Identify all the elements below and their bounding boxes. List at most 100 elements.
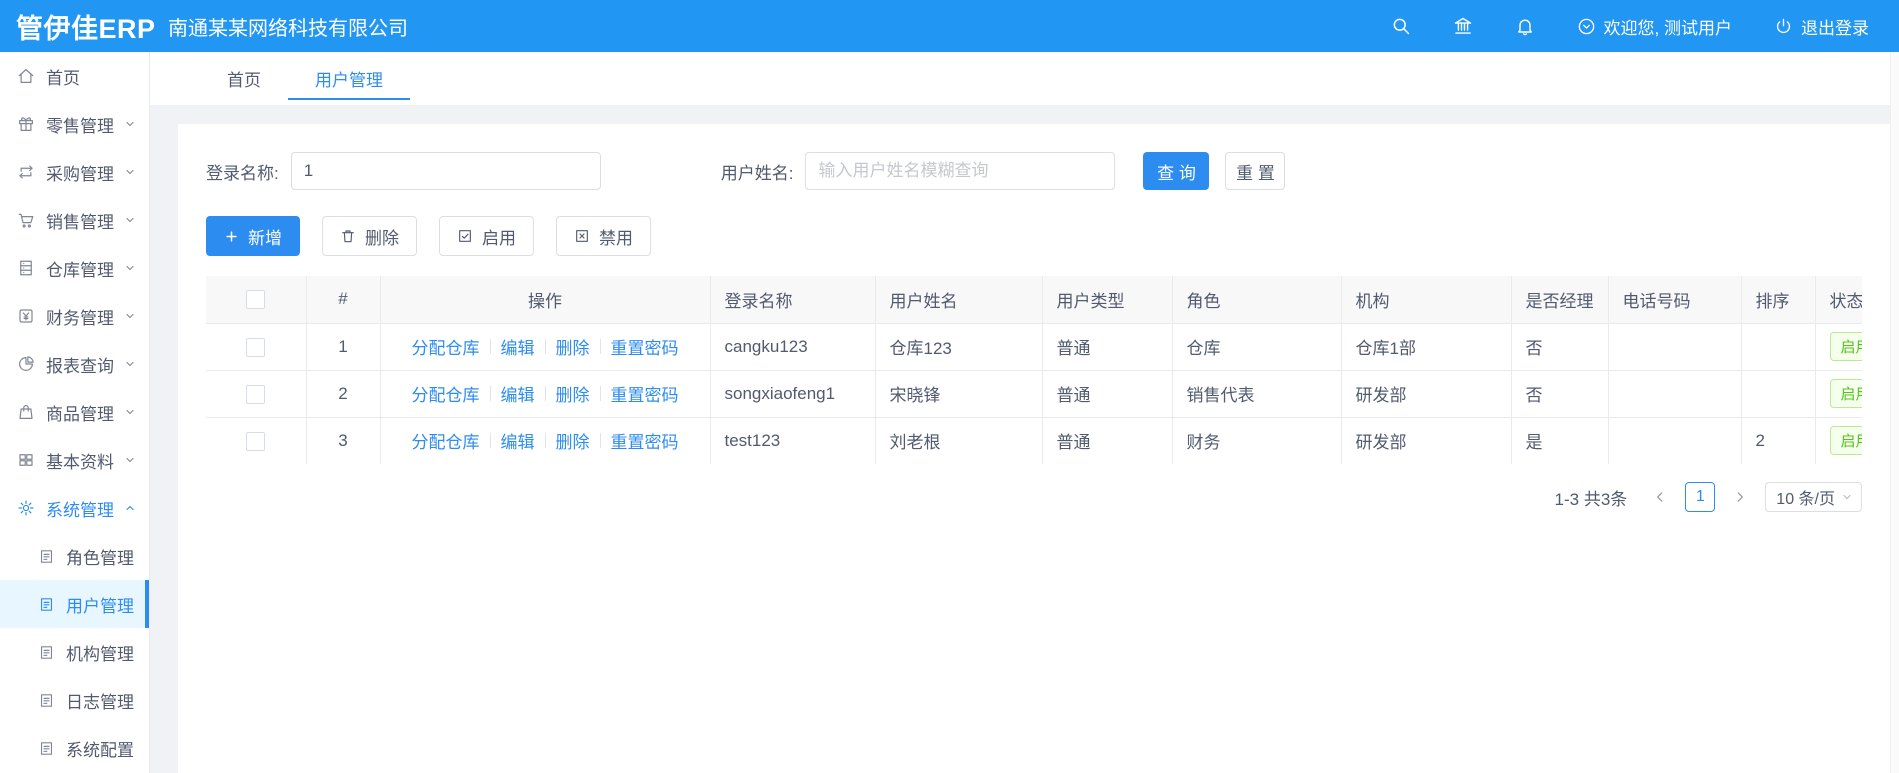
logout-button[interactable]: 退出登录 xyxy=(1774,14,1869,39)
cell-sort xyxy=(1740,369,1816,418)
select-all-checkbox[interactable] xyxy=(246,290,266,310)
doc-icon xyxy=(38,548,55,565)
bank-icon[interactable] xyxy=(1453,16,1473,36)
sidebar-item-goods[interactable]: 商品管理 xyxy=(0,388,149,436)
assign-warehouse-link[interactable]: 分配仓库 xyxy=(412,381,480,406)
main-area: 首页 用户管理 登录名称: 用户姓名: 查 询 重 置 新增 xyxy=(150,52,1899,773)
sidebar-subitem-config[interactable]: 系统配置 xyxy=(0,724,149,772)
tab-user-management[interactable]: 用户管理 xyxy=(288,52,410,105)
edit-link[interactable]: 编辑 xyxy=(501,381,535,406)
enable-label: 启用 xyxy=(482,228,516,248)
finance-icon xyxy=(17,307,35,325)
sidebar-subitem-org[interactable]: 机构管理 xyxy=(0,628,149,676)
login-name-input[interactable] xyxy=(290,152,601,190)
reset-password-link[interactable]: 重置密码 xyxy=(611,428,679,453)
table-header-row: # 操作 登录名称 用户姓名 用户类型 角色 机构 是否经理 电话号码 排序 状… xyxy=(205,275,1863,324)
cell-sort: 2 xyxy=(1740,416,1816,465)
chevron-down-icon xyxy=(124,310,136,322)
report-icon xyxy=(17,355,35,373)
delete-link[interactable]: 删除 xyxy=(556,381,590,406)
cell-phone xyxy=(1607,416,1742,465)
query-button[interactable]: 查 询 xyxy=(1143,152,1210,190)
delete-button[interactable]: 删除 xyxy=(322,216,417,256)
reset-password-link[interactable]: 重置密码 xyxy=(611,334,679,359)
sidebar-item-basic[interactable]: 基本资料 xyxy=(0,436,149,484)
sidebar-item-report[interactable]: 报表查询 xyxy=(0,340,149,388)
assign-warehouse-link[interactable]: 分配仓库 xyxy=(412,334,480,359)
sidebar-item-label: 用户管理 xyxy=(66,596,134,616)
row-index: 3 xyxy=(305,416,381,465)
sidebar-subitem-roles[interactable]: 角色管理 xyxy=(0,532,149,580)
reset-password-link[interactable]: 重置密码 xyxy=(611,381,679,406)
cell-type: 普通 xyxy=(1041,416,1173,465)
user-name-input[interactable] xyxy=(805,152,1116,190)
users-table: # 操作 登录名称 用户姓名 用户类型 角色 机构 是否经理 电话号码 排序 状… xyxy=(205,275,1863,465)
delete-link[interactable]: 删除 xyxy=(556,428,590,453)
sidebar-item-label: 报表查询 xyxy=(46,356,114,376)
edit-link[interactable]: 编辑 xyxy=(501,334,535,359)
reset-button[interactable]: 重 置 xyxy=(1225,152,1286,190)
delete-link[interactable]: 删除 xyxy=(556,334,590,359)
sidebar-item-finance[interactable]: 财务管理 xyxy=(0,292,149,340)
row-checkbox[interactable] xyxy=(246,337,266,357)
delete-label: 删除 xyxy=(365,228,399,248)
search-icon[interactable] xyxy=(1391,16,1411,36)
tab-bar: 首页 用户管理 xyxy=(150,52,1899,106)
sidebar-item-label: 系统配置 xyxy=(66,740,134,760)
cell-role: 财务 xyxy=(1171,416,1342,465)
scrollbar[interactable] xyxy=(1890,52,1899,773)
next-page-icon[interactable] xyxy=(1725,482,1755,512)
chevron-down-icon xyxy=(1841,491,1853,503)
doc-icon xyxy=(38,692,55,709)
sidebar-item-warehouse[interactable]: 仓库管理 xyxy=(0,244,149,292)
sidebar-item-purchase[interactable]: 采购管理 xyxy=(0,148,149,196)
sidebar-item-label: 商品管理 xyxy=(46,404,114,424)
col-actions: 操作 xyxy=(379,275,711,324)
cell-role: 销售代表 xyxy=(1171,369,1342,418)
user-menu[interactable]: 欢迎您, 测试用户 xyxy=(1577,14,1732,39)
row-checkbox[interactable] xyxy=(246,384,266,404)
status-badge: 启用 xyxy=(1829,332,1861,361)
sidebar-item-system[interactable]: 系统管理 xyxy=(0,484,149,532)
cell-phone xyxy=(1607,369,1742,418)
pagination: 1-3 共3条 1 10 条/页 xyxy=(206,482,1862,512)
chevron-down-icon xyxy=(124,454,136,466)
prev-page-icon[interactable] xyxy=(1645,482,1675,512)
action-separator xyxy=(489,433,491,449)
table-row: 3 分配仓库 编辑 删除 重置密码 test123 刘老根 普通 财务 研发部 … xyxy=(205,416,1863,465)
chevron-up-icon xyxy=(124,502,136,514)
enable-button[interactable]: 启用 xyxy=(439,216,534,256)
sidebar-subitem-logs[interactable]: 日志管理 xyxy=(0,676,149,724)
search-form: 登录名称: 用户姓名: 查 询 重 置 xyxy=(206,152,1862,190)
sidebar-item-sales[interactable]: 销售管理 xyxy=(0,196,149,244)
doc-icon xyxy=(38,644,55,661)
sidebar-item-label: 采购管理 xyxy=(46,164,114,184)
welcome-text: 欢迎您, 测试用户 xyxy=(1603,18,1732,38)
disable-label: 禁用 xyxy=(599,228,633,248)
cell-manager: 是 xyxy=(1510,416,1609,465)
col-phone: 电话号码 xyxy=(1607,275,1742,324)
page-size-select[interactable]: 10 条/页 xyxy=(1765,482,1862,512)
bell-icon[interactable] xyxy=(1515,16,1535,36)
action-separator xyxy=(599,339,601,354)
assign-warehouse-link[interactable]: 分配仓库 xyxy=(412,428,480,453)
chevron-down-icon xyxy=(124,406,136,418)
disable-button[interactable]: 禁用 xyxy=(556,216,651,256)
add-button[interactable]: 新增 xyxy=(206,216,300,256)
cell-name: 宋晓锋 xyxy=(874,369,1043,418)
status-badge: 启用 xyxy=(1829,426,1861,456)
sidebar-item-home[interactable]: 首页 xyxy=(0,52,149,100)
row-index: 2 xyxy=(305,369,381,418)
cell-sort xyxy=(1740,322,1816,371)
page-number[interactable]: 1 xyxy=(1685,482,1716,512)
sidebar-subitem-users[interactable]: 用户管理 xyxy=(0,580,149,628)
col-type: 用户类型 xyxy=(1041,275,1173,324)
goods-icon xyxy=(17,403,35,421)
action-separator xyxy=(489,339,491,354)
tab-home[interactable]: 首页 xyxy=(227,52,261,105)
sidebar-item-retail[interactable]: 零售管理 xyxy=(0,100,149,148)
page-size-value: 10 条/页 xyxy=(1776,491,1835,508)
row-checkbox[interactable] xyxy=(246,431,266,451)
edit-link[interactable]: 编辑 xyxy=(501,428,535,453)
action-separator xyxy=(544,386,546,401)
